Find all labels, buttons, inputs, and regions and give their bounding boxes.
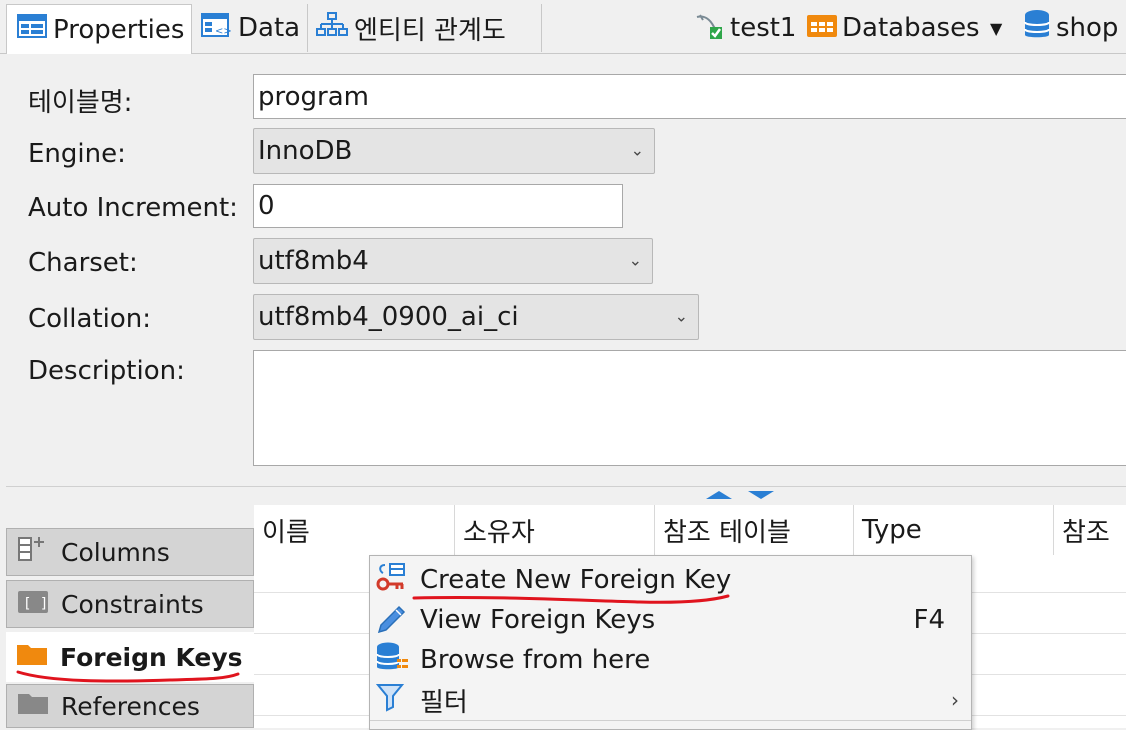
breadcrumb-connection[interactable]: test1 [694, 8, 796, 48]
sidetab-constraints[interactable]: [ ] Constraints [6, 580, 254, 628]
breadcrumb-database-label: shop [1056, 13, 1119, 43]
tab-data-label: Data [238, 13, 301, 43]
folder-icon [16, 641, 48, 673]
collation-select[interactable]: utf8mb4_0900_ai_ci ⌄ [253, 294, 699, 340]
er-diagram-icon [316, 11, 348, 46]
tab-properties-label: Properties [53, 14, 185, 45]
collation-label: Collation: [28, 304, 152, 334]
column-header-type[interactable]: Type [854, 505, 1054, 555]
panel-splitter[interactable] [6, 486, 1126, 505]
column-header-ref-table[interactable]: 참조 테이블 [655, 505, 854, 555]
tab-er-diagram-label: 엔티티 관계도 [354, 15, 506, 46]
chevron-down-icon: ⌄ [630, 140, 644, 160]
menu-item-view-foreign-keys[interactable]: View Foreign Keys F4 [370, 600, 971, 640]
collation-value: utf8mb4_0900_ai_ci [258, 302, 519, 332]
breadcrumb-databases[interactable]: Databases [806, 8, 980, 48]
expand-down-icon[interactable] [748, 491, 774, 499]
menu-item-filter-label: 필터 [420, 687, 468, 718]
breadcrumb-database[interactable]: shop [1022, 8, 1118, 48]
database-icon [1022, 9, 1052, 48]
menu-item-filter[interactable]: 필터 › [370, 680, 971, 720]
sidetab-columns-label: Columns [61, 537, 170, 567]
mysql-connection-icon [694, 9, 726, 48]
breadcrumb-databases-label: Databases [842, 13, 980, 43]
properties-panel: 테이블명: program Engine: InnoDB ⌄ Auto Incr… [6, 54, 1126, 484]
chevron-down-icon: ⌄ [674, 306, 688, 326]
description-label: Description: [28, 356, 185, 386]
database-browse-icon [375, 641, 409, 680]
column-header-name[interactable]: 이름 [254, 505, 455, 555]
new-key-icon [375, 561, 409, 600]
tab-properties[interactable]: Properties [6, 4, 192, 54]
databases-folder-icon [806, 11, 838, 46]
sidetab-references-label: References [61, 691, 200, 721]
properties-icon [17, 13, 47, 46]
charset-select[interactable]: utf8mb4 ⌄ [253, 238, 653, 284]
menu-item-create-foreign-key[interactable]: Create New Foreign Key [370, 560, 971, 600]
sidetab-references[interactable]: References [6, 684, 254, 728]
chevron-down-icon: ⌄ [628, 250, 642, 270]
menu-item-browse-from-here[interactable]: Browse from here [370, 640, 971, 680]
svg-text:[ ]: [ ] [23, 596, 48, 612]
sidetab-columns[interactable]: Columns [6, 528, 254, 576]
column-header-owner[interactable]: 소유자 [455, 505, 655, 555]
constraints-icon: [ ] [17, 587, 49, 621]
charset-value: utf8mb4 [258, 246, 369, 276]
auto-increment-input[interactable]: 0 [253, 184, 623, 228]
submenu-arrow-icon: › [951, 688, 959, 712]
menu-separator [370, 720, 971, 721]
engine-select[interactable]: InnoDB ⌄ [253, 128, 655, 174]
folder-icon [17, 690, 49, 722]
engine-label: Engine: [28, 139, 126, 169]
menu-item-browse-from-here-label: Browse from here [420, 645, 651, 675]
table-name-input[interactable]: program [253, 74, 1126, 119]
columns-icon [17, 535, 49, 569]
pencil-icon [375, 601, 409, 640]
breadcrumb-connection-label: test1 [730, 13, 797, 43]
sidetab-constraints-label: Constraints [61, 589, 204, 619]
sidetab-foreign-keys[interactable]: Foreign Keys [6, 632, 254, 682]
caret-down-icon: ▼ [990, 18, 1003, 38]
editor-tab-bar: Properties <> Data 엔티티 관계도 test1 Databas… [0, 0, 1126, 54]
context-menu: Create New Foreign Key View Foreign Keys… [369, 555, 972, 730]
menu-item-view-foreign-keys-label: View Foreign Keys [420, 605, 656, 635]
charset-label: Charset: [28, 248, 138, 278]
sidetab-foreign-keys-label: Foreign Keys [60, 642, 243, 672]
breadcrumb-dropdown[interactable]: ▼ [990, 8, 1002, 48]
description-textarea[interactable] [253, 350, 1126, 466]
data-grid-icon: <> [200, 11, 232, 46]
svg-text:<>: <> [215, 26, 232, 37]
menu-item-create-foreign-key-label: Create New Foreign Key [420, 565, 732, 595]
filter-icon [375, 681, 409, 720]
table-name-label: 테이블명: [28, 88, 133, 118]
column-header-ref[interactable]: 참조 [1054, 505, 1126, 555]
collapse-up-icon[interactable] [706, 491, 732, 499]
shortcut-f4: F4 [913, 605, 946, 635]
tab-data[interactable]: <> Data [196, 4, 308, 52]
engine-value: InnoDB [258, 136, 353, 166]
tab-er-diagram[interactable]: 엔티티 관계도 [310, 4, 542, 52]
auto-increment-label: Auto Increment: [28, 193, 238, 223]
